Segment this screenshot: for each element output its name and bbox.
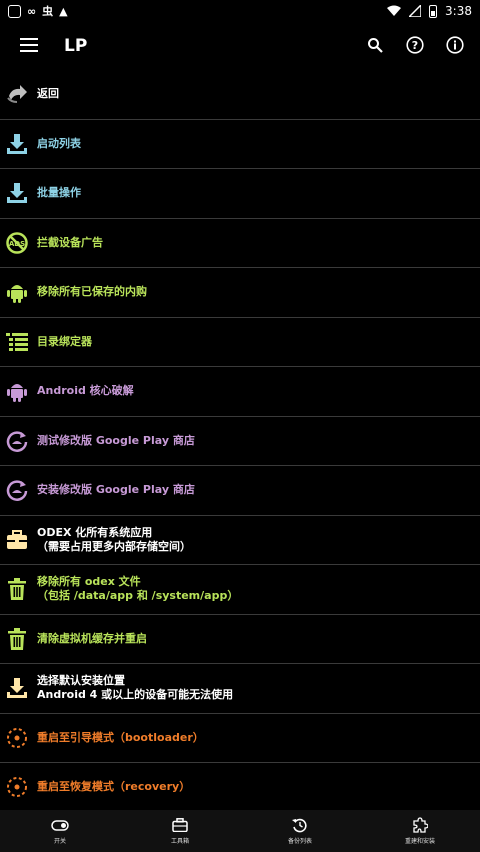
folder-list-icon (6, 331, 28, 353)
notification-square-icon (8, 4, 21, 18)
backup-icon (291, 817, 309, 833)
menu-item-label: 重启至恢复模式（recovery） (37, 780, 191, 794)
toolbox-icon (6, 529, 28, 551)
download-tray-icon (6, 182, 28, 204)
menu-item-test-modded-play-store[interactable]: 测试修改版 Google Play 商店 (0, 417, 480, 466)
menu-item-launch-list[interactable]: 启动列表 (0, 120, 480, 169)
status-time: 3:38 (445, 4, 472, 18)
menu-item-label: 目录绑定器 (37, 334, 92, 348)
menu-item-remove-odex-files[interactable]: 移除所有 odex 文件 （包括 /data/app 和 /system/app… (0, 565, 480, 615)
bottom-navigation: 开关 工具箱 备份列表 重建和安装 (0, 810, 480, 852)
toggle-icon (51, 817, 69, 833)
menu-item-label: 测试修改版 Google Play 商店 (37, 433, 195, 447)
menu-item-remove-saved-purchases[interactable]: 移除所有已保存的内购 (0, 268, 480, 318)
menu-item-back[interactable]: 返回 (0, 70, 480, 120)
trash-icon (6, 578, 28, 601)
app-bar: LP ? (0, 22, 480, 70)
menu-item-label: 返回 (37, 87, 59, 101)
menu-item-reboot-bootloader[interactable]: 重启至引导模式（bootloader） (0, 714, 480, 763)
menu-item-clear-dalvik-cache[interactable]: 清除虚拟机缓存并重启 (0, 615, 480, 664)
nav-label: 重建和安装 (404, 838, 435, 845)
nav-item-switches[interactable]: 开关 (0, 810, 120, 852)
nav-label: 开关 (53, 838, 66, 845)
notification-infinity-icon: ∞ (27, 4, 37, 18)
puzzle-icon (411, 817, 429, 833)
menu-item-sublabel: （需要占用更多内部存储空间） (37, 539, 191, 553)
menu-item-reboot-recovery[interactable]: 重启至恢复模式（recovery） (0, 763, 480, 813)
menu-item-block-ads[interactable]: ADS 拦截设备广告 (0, 219, 480, 268)
download-tray-icon (6, 677, 28, 699)
menu-item-label: 选择默认安装位置 (37, 674, 125, 688)
ads-block-icon: ADS (6, 232, 28, 254)
menu-item-sublabel: Android 4 或以上的设备可能无法使用 (37, 688, 234, 702)
menu-item-label: 清除虚拟机缓存并重启 (37, 631, 147, 645)
menu-item-label: 批量操作 (37, 186, 81, 200)
help-icon[interactable]: ? (406, 36, 424, 54)
menu-item-label: 移除所有已保存的内购 (37, 285, 147, 299)
reboot-icon (6, 776, 28, 798)
menu-item-android-core-patch[interactable]: Android 核心破解 (0, 367, 480, 417)
menu-item-label: Android 核心破解 (37, 384, 134, 398)
status-bar: ∞ 虫 ▲ 3:38 (0, 0, 480, 22)
download-tray-icon (6, 133, 28, 155)
refresh-store-icon (6, 430, 28, 452)
menu-item-odex-system-apps[interactable]: ODEX 化所有系统应用 （需要占用更多内部存储空间） (0, 516, 480, 565)
nav-item-toolbox[interactable]: 工具箱 (120, 810, 240, 852)
android-icon (6, 380, 28, 403)
refresh-store-icon (6, 479, 28, 502)
nav-label: 工具箱 (170, 838, 189, 845)
menu-list: 返回 启动列表 批量操作 ADS 拦截设备广告 移除所有已保存的内购 目录绑定器 (0, 70, 480, 813)
menu-item-label: 启动列表 (37, 136, 81, 150)
nav-item-rebuild-install[interactable]: 重建和安装 (360, 810, 480, 852)
toolbox-icon (171, 817, 189, 833)
notification-app-icon: 虫 (42, 5, 54, 18)
menu-item-label: 拦截设备广告 (37, 235, 103, 249)
page-title: LP (64, 36, 88, 56)
info-icon[interactable] (446, 36, 464, 54)
menu-item-directory-binder[interactable]: 目录绑定器 (0, 318, 480, 367)
notification-a-icon: ▲ (59, 4, 68, 18)
menu-item-label: ODEX 化所有系统应用 (37, 525, 153, 539)
battery-icon (429, 4, 438, 18)
menu-item-default-install-location[interactable]: 选择默认安装位置 Android 4 或以上的设备可能无法使用 (0, 664, 480, 714)
menu-item-sublabel: （包括 /data/app 和 /system/app） (37, 589, 239, 603)
hamburger-menu-icon[interactable] (20, 38, 38, 52)
menu-item-label: 重启至引导模式（bootloader） (37, 730, 204, 744)
svg-text:?: ? (412, 39, 418, 52)
menu-item-label: 移除所有 odex 文件 (37, 575, 141, 589)
back-arrow-icon (6, 83, 28, 105)
android-icon (6, 281, 28, 304)
svg-text:ADS: ADS (9, 240, 25, 248)
search-icon[interactable] (366, 36, 384, 54)
menu-item-batch-operations[interactable]: 批量操作 (0, 169, 480, 219)
menu-item-label: 安装修改版 Google Play 商店 (37, 483, 195, 497)
nav-item-backups[interactable]: 备份列表 (240, 810, 360, 852)
reboot-icon (6, 727, 28, 749)
wifi-icon (387, 5, 402, 16)
signal-icon (409, 5, 422, 17)
nav-label: 备份列表 (287, 838, 312, 845)
menu-item-install-modded-play-store[interactable]: 安装修改版 Google Play 商店 (0, 466, 480, 516)
trash-icon (6, 627, 28, 650)
